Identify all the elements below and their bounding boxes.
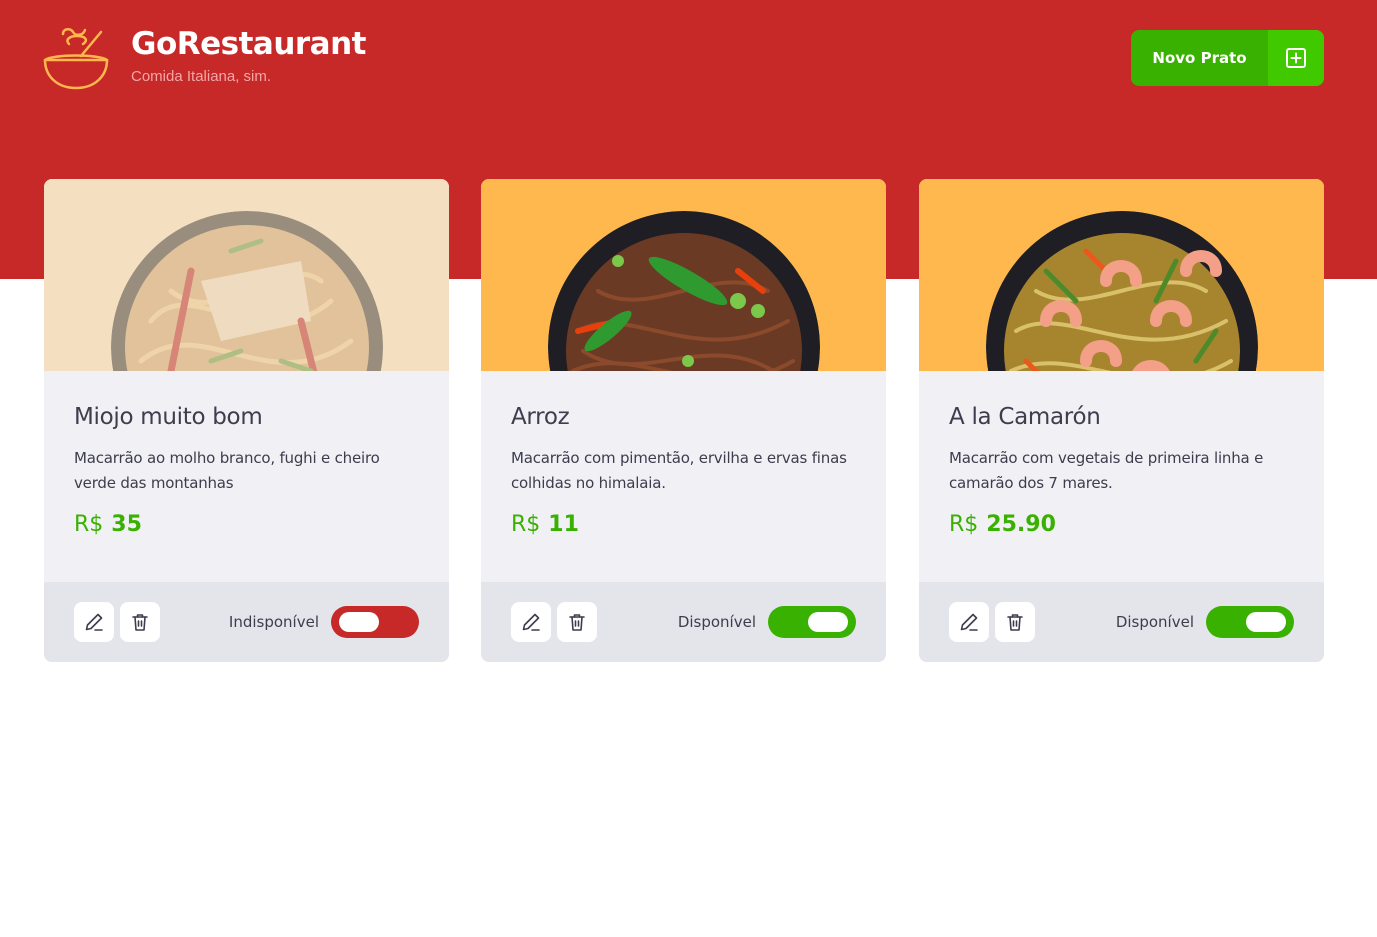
soup-bowl-icon — [43, 28, 109, 90]
edit-button[interactable] — [511, 602, 551, 642]
availability: Disponível — [1116, 606, 1294, 638]
food-card-footer: Indisponível — [44, 582, 449, 662]
availability-label: Disponível — [677, 613, 756, 631]
food-price: R$ 11 — [511, 512, 856, 537]
toggle-knob — [1246, 612, 1286, 632]
price-currency: R$ — [949, 512, 979, 537]
edit-button[interactable] — [74, 602, 114, 642]
availability-label: Indisponível — [228, 613, 319, 631]
availability-label: Disponível — [1115, 613, 1194, 631]
toggle-knob — [339, 612, 379, 632]
price-value: 11 — [548, 512, 579, 537]
toggle-knob — [808, 612, 848, 632]
app-subtitle: Comida Italiana, sim. — [131, 68, 272, 85]
food-card-footer: Disponível — [481, 582, 886, 662]
food-card: Arroz Macarrão com pimentão, ervilha e e… — [481, 179, 886, 662]
food-price: R$ 25.90 — [949, 512, 1294, 537]
food-image — [44, 179, 449, 371]
food-image — [919, 179, 1324, 371]
delete-button[interactable] — [557, 602, 597, 642]
availability: Indisponível — [229, 606, 419, 638]
price-value: 25.90 — [986, 512, 1056, 537]
new-dish-button[interactable]: Novo Prato — [1131, 30, 1324, 86]
food-description: Macarrão ao molho branco, fughi e cheiro… — [74, 449, 380, 492]
food-list: Miojo muito bom Macarrão ao molho branco… — [44, 179, 1324, 662]
food-card-footer: Disponível — [919, 582, 1324, 662]
trash-icon — [132, 614, 148, 631]
price-value: 35 — [111, 512, 142, 537]
food-description: Macarrão com pimentão, ervilha e ervas f… — [511, 449, 847, 492]
edit-button[interactable] — [949, 602, 989, 642]
availability-toggle[interactable] — [1206, 606, 1294, 638]
food-card: Miojo muito bom Macarrão ao molho branco… — [44, 179, 449, 662]
app-title: GoRestaurant — [131, 26, 367, 62]
food-card: A la Camarón Macarrão com vegetais de pr… — [919, 179, 1324, 662]
brand: GoRestaurant Comida Italiana, sim. — [43, 26, 367, 90]
availability-toggle[interactable] — [331, 606, 419, 638]
food-name: Arroz — [511, 404, 570, 430]
price-currency: R$ — [511, 512, 541, 537]
pencil-icon — [85, 613, 103, 631]
delete-button[interactable] — [120, 602, 160, 642]
food-price: R$ 35 — [74, 512, 419, 537]
pencil-icon — [522, 613, 540, 631]
trash-icon — [569, 614, 585, 631]
availability-toggle[interactable] — [768, 606, 856, 638]
food-name: Miojo muito bom — [74, 404, 263, 430]
availability: Disponível — [678, 606, 856, 638]
food-name: A la Camarón — [949, 404, 1101, 430]
plus-square-icon — [1268, 30, 1324, 86]
food-description: Macarrão com vegetais de primeira linha … — [949, 449, 1264, 492]
price-currency: R$ — [74, 512, 104, 537]
food-image — [481, 179, 886, 371]
trash-icon — [1007, 614, 1023, 631]
new-dish-label: Novo Prato — [1152, 49, 1247, 67]
delete-button[interactable] — [995, 602, 1035, 642]
pencil-icon — [960, 613, 978, 631]
